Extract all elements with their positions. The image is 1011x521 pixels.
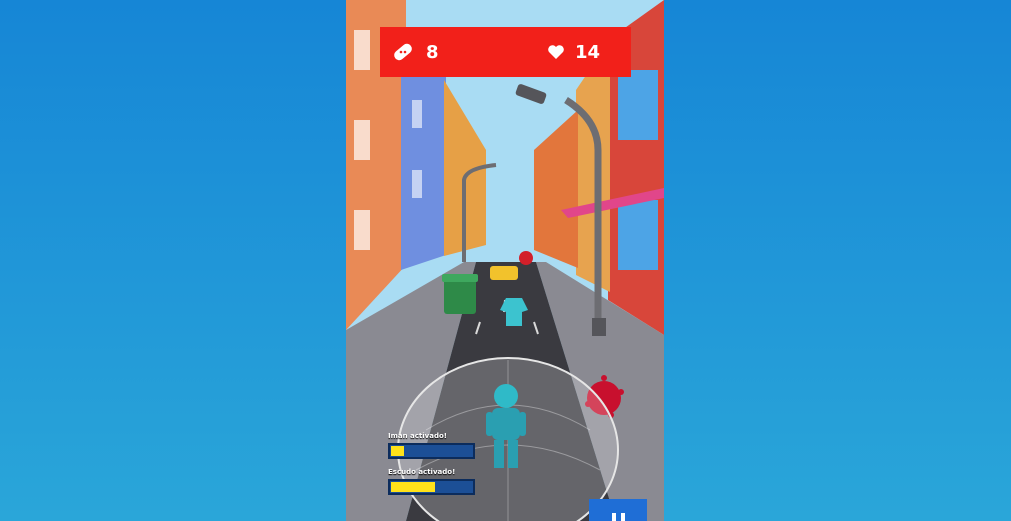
magnet-powerup-bar bbox=[388, 443, 475, 459]
bandage-counter: 8 bbox=[390, 39, 439, 65]
bandage-count: 8 bbox=[426, 41, 439, 63]
bandage-icon bbox=[394, 43, 412, 61]
magnet-powerup-label: Iman activado! bbox=[388, 432, 447, 440]
taxi bbox=[490, 266, 518, 280]
hud-bar: 8 14 bbox=[380, 27, 631, 77]
shield-powerup: Escudo activado! bbox=[388, 468, 478, 495]
lives-count: 14 bbox=[574, 41, 600, 63]
game-viewport[interactable]: 8 14 Iman activado! Escudo activado! bbox=[346, 0, 664, 521]
shield-powerup-bar bbox=[388, 479, 475, 495]
lives-counter: 14 bbox=[547, 42, 600, 63]
pause-button[interactable] bbox=[589, 499, 647, 521]
pause-icon bbox=[611, 513, 616, 521]
magnet-powerup: Iman activado! bbox=[388, 432, 478, 459]
virus-far bbox=[519, 251, 533, 265]
heart-icon bbox=[548, 45, 564, 59]
shield-powerup-label: Escudo activado! bbox=[388, 468, 456, 476]
magnet-powerup-fill bbox=[391, 446, 404, 456]
trash-bin bbox=[444, 278, 476, 314]
shield-powerup-fill bbox=[391, 482, 435, 492]
